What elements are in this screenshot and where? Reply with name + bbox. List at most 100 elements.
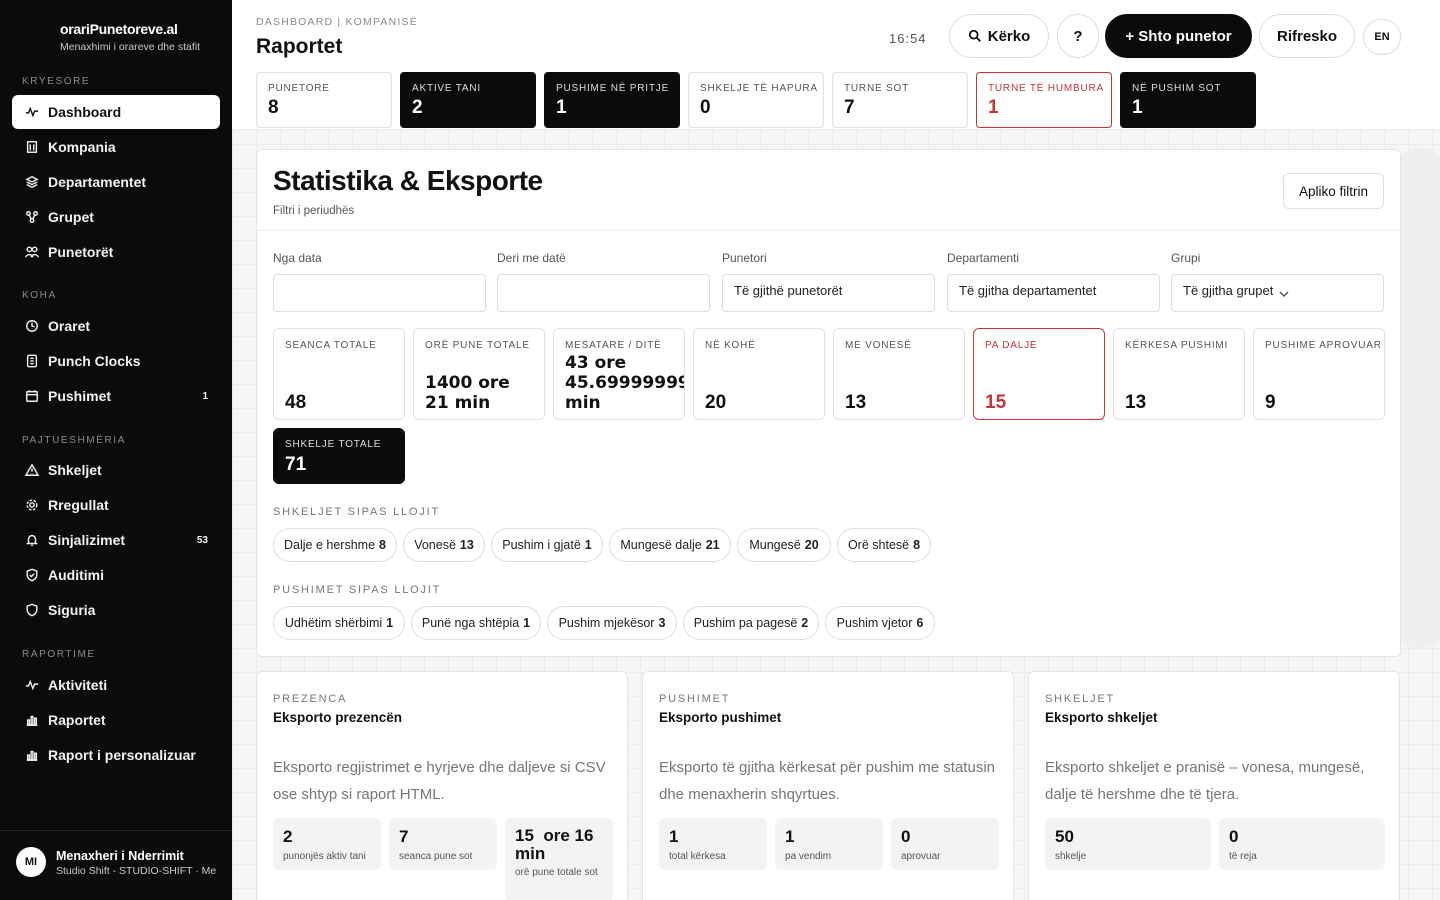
kpi-punetore[interactable]: PUNETORE 8 — [256, 72, 392, 128]
leave-chip[interactable]: Udhëtim shërbimi 1 — [273, 606, 405, 640]
mini-value: 1 — [669, 827, 679, 846]
sidebar-item-raportet[interactable]: Raportet — [12, 703, 220, 737]
card-title: Eksporto prezencën — [273, 710, 403, 725]
worker-select-value: Të gjithë punetorët — [734, 283, 843, 298]
violation-chip[interactable]: Vonesë 13 — [403, 528, 485, 562]
leave-chip[interactable]: Pushim pa pagesë 2 — [683, 606, 819, 640]
chip-count: 3 — [658, 616, 666, 630]
sidebar-item-label: Grupet — [48, 209, 94, 225]
group-select-value: Të gjitha grupet — [1183, 283, 1274, 298]
kpi-label: NË PUSHIM SOT — [1132, 83, 1222, 94]
group-icon — [24, 209, 40, 225]
sidebar-item-dashboard[interactable]: Dashboard — [12, 95, 220, 129]
kpi-ne-pushim-sot[interactable]: NË PUSHIM SOT 1 — [1120, 72, 1256, 128]
sidebar-item-siguria[interactable]: Siguria — [12, 593, 220, 627]
mini-stat: 0 të reja — [1219, 818, 1385, 870]
sidebar-item-label: Raport i personalizuar — [48, 747, 196, 763]
stat-value: 48 — [285, 392, 307, 413]
apply-filter-button[interactable]: Apliko filtrin — [1283, 173, 1384, 209]
filter-label-department: Departamenti — [947, 251, 1020, 265]
chip-name: Pushim pa pagesë — [693, 616, 798, 630]
leave-chip[interactable]: Pushim mjekësor 3 — [547, 606, 677, 640]
language-button[interactable]: EN — [1363, 19, 1401, 55]
violation-chip[interactable]: Dalje e hershme 8 — [273, 528, 397, 562]
department-select[interactable]: Të gjitha departamentet — [947, 274, 1160, 312]
violation-chip[interactable]: Mungesë dalje 21 — [609, 528, 731, 562]
chip-count: 13 — [459, 538, 474, 552]
chip-name: Dalje e hershme — [284, 538, 376, 552]
kpi-turne-te-humbura[interactable]: TURNE TË HUMBURA 1 — [976, 72, 1112, 128]
filter-label-group: Grupi — [1171, 251, 1201, 265]
sidebar-item-oraret[interactable]: Oraret — [12, 309, 220, 343]
export-card-pushimet[interactable]: PUSHIMET Eksporto pushimet Eksporto të g… — [642, 671, 1014, 900]
sidebar-item-kompania[interactable]: Kompania — [12, 130, 220, 164]
sidebar-item-pushimet[interactable]: Pushimet 1 — [12, 379, 220, 413]
violation-chip[interactable]: Orë shtesë 8 — [837, 528, 931, 562]
stat-label: SHKELJE TOTALE — [285, 439, 382, 450]
sinjalizimet-badge: 53 — [196, 534, 208, 546]
sidebar-item-punch-clocks[interactable]: Punch Clocks — [12, 344, 220, 378]
worker-select[interactable]: Të gjithë punetorët — [722, 274, 935, 312]
kpi-label: PUNETORE — [268, 83, 330, 94]
export-card-shkeljet[interactable]: SHKELJET Eksporto shkeljet Eksporto shke… — [1028, 671, 1400, 900]
add-worker-label: + Shto punetor — [1125, 27, 1232, 45]
sidebar-item-raport-i-personalizuar[interactable]: Raport i personalizuar — [12, 738, 220, 772]
kpi-pushime-ne-pritje[interactable]: PUSHIME NË PRITJE 1 — [544, 72, 680, 128]
violation-chip[interactable]: Mungesë 20 — [737, 528, 831, 562]
search-icon — [968, 29, 981, 42]
help-button[interactable]: ? — [1057, 14, 1099, 58]
filter-label-to-date: Deri me datë — [497, 251, 566, 265]
sidebar-item-grupet[interactable]: Grupet — [12, 200, 220, 234]
stat-value: 13 — [1125, 392, 1147, 413]
chip-count: 20 — [804, 538, 819, 552]
avatar: MI — [16, 847, 46, 877]
section-label-pajtueshmeria: PAJTUESHMËRIA — [22, 435, 126, 446]
from-date-input[interactable] — [273, 274, 486, 312]
stats-subtitle: Filtri i periudhës — [273, 205, 355, 217]
sidebar-item-punetoret[interactable]: Punetorët — [12, 235, 220, 269]
help-icon: ? — [1073, 27, 1083, 45]
mini-label: aprovuar — [901, 851, 941, 862]
sidebar-item-label: Kompania — [48, 139, 116, 155]
breadcrumb: DASHBOARD | KOMPANISË — [256, 16, 418, 28]
chip-count: 21 — [705, 538, 720, 552]
stat-kerkesa-pushimi: KËRKESA PUSHIMI 13 — [1113, 328, 1245, 420]
to-date-input[interactable] — [497, 274, 710, 312]
card-title: Eksporto pushimet — [659, 710, 782, 725]
stat-label: PA DALJE — [985, 340, 1038, 351]
pushimet-badge: 1 — [202, 390, 208, 402]
kpi-aktive-tani[interactable]: AKTIVE TANI 2 — [400, 72, 536, 128]
leave-chip[interactable]: Pushim vjetor 6 — [825, 606, 935, 640]
user-org: Studio Shift - STUDIO-SHIFT · Me — [56, 865, 217, 877]
mini-label: të reja — [1229, 851, 1257, 862]
refresh-button[interactable]: Rifresko — [1259, 14, 1355, 58]
sidebar-item-rregullat[interactable]: Rregullat — [12, 488, 220, 522]
add-worker-button[interactable]: + Shto punetor — [1105, 14, 1252, 58]
topbar: DASHBOARD | KOMPANISË Raportet 16:54 Kër… — [232, 0, 1440, 130]
language-label: EN — [1374, 31, 1390, 43]
group-select[interactable]: Të gjitha grupet — [1171, 274, 1384, 312]
sidebar-item-label: Raportet — [48, 712, 106, 728]
building-icon — [24, 139, 40, 155]
sidebar-item-shkeljet[interactable]: Shkeljet — [12, 453, 220, 487]
kpi-turne-sot[interactable]: TURNE SOT 7 — [832, 72, 968, 128]
kpi-shkelje-te-hapura[interactable]: SHKELJE TË HAPURA 0 — [688, 72, 824, 128]
sidebar-item-sinjalizimet[interactable]: Sinjalizimet 53 — [12, 523, 220, 557]
kpi-value: 2 — [412, 97, 423, 118]
user-profile[interactable]: MI Menaxheri i Nderrimit Studio Shift - … — [0, 830, 232, 900]
sidebar-item-departamentet[interactable]: Departamentet — [12, 165, 220, 199]
violation-chip[interactable]: Pushim i gjatë 1 — [491, 528, 603, 562]
chip-name: Vonesë — [414, 538, 456, 552]
brand-title: orariPunetoreve.al — [60, 21, 178, 37]
sidebar-item-auditimi[interactable]: Auditimi — [12, 558, 220, 592]
search-button[interactable]: Kërko — [949, 14, 1049, 58]
brand[interactable]: orariPunetoreve.al Menaxhimi i orareve d… — [60, 21, 200, 53]
layers-icon — [24, 174, 40, 190]
chip-count: 8 — [379, 538, 386, 552]
leave-chip[interactable]: Punë nga shtëpia 1 — [411, 606, 541, 640]
export-card-prezenca[interactable]: PREZENCA Eksporto prezencën Eksporto reg… — [256, 671, 628, 900]
sidebar-item-aktiviteti[interactable]: Aktiviteti — [12, 668, 220, 702]
mini-label: seanca pune sot — [399, 851, 473, 862]
stat-ne-kohe: NË KOHË 20 — [693, 328, 825, 420]
mini-value: 7 — [399, 827, 409, 846]
